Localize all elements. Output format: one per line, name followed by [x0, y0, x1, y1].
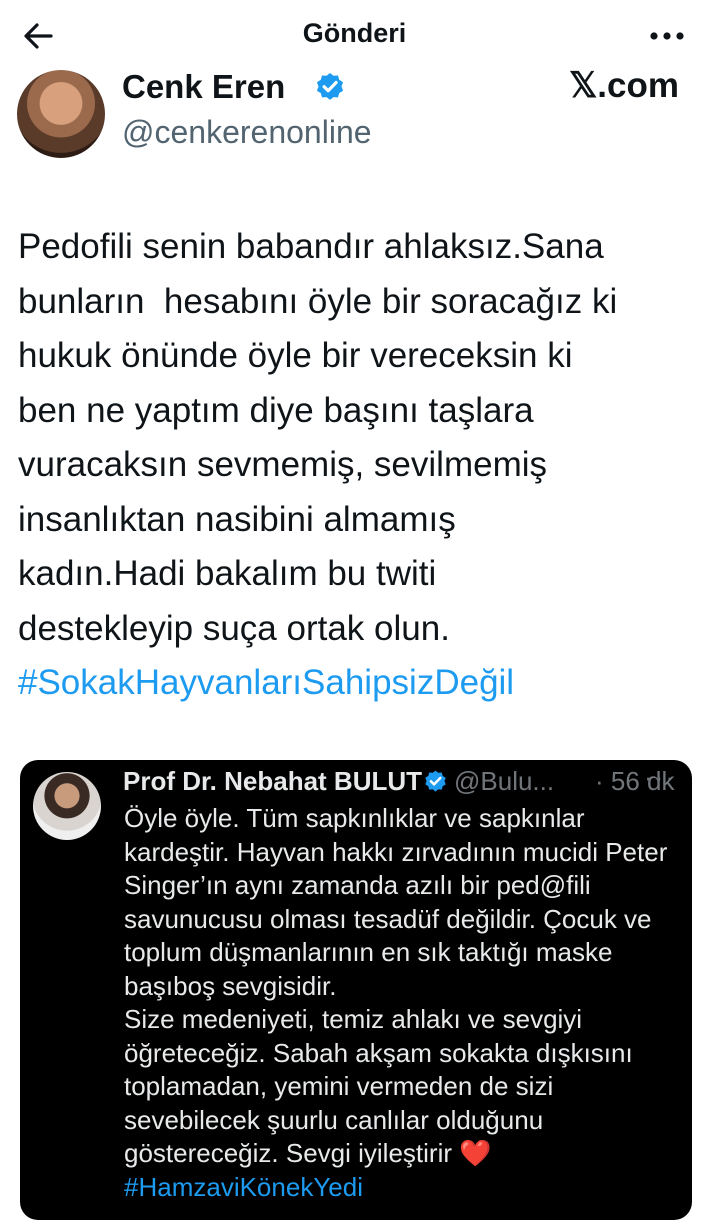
top-bar: Gönderi: [0, 0, 709, 70]
x-com-watermark: 𝕏.com: [569, 66, 679, 105]
author-name[interactable]: Cenk Eren: [122, 68, 285, 106]
quoted-body: Öyle öyle. Tüm sapkınlıklar ve sapkınlar…: [124, 803, 668, 1168]
quoted-author-avatar: [33, 772, 101, 840]
tweet-hashtag[interactable]: #SokakHayvanlarıSahipsizDeğil: [18, 663, 514, 702]
author-handle[interactable]: @cenkerenonline: [122, 114, 372, 151]
quoted-hashtag: #HamzaviKönekYedi: [124, 1171, 363, 1202]
tweet-text: Pedofili senin babandır ahlaksız.Sana bu…: [18, 220, 698, 711]
verified-badge-icon: [316, 73, 344, 100]
author-avatar[interactable]: [17, 70, 105, 158]
quoted-more-icon: ···: [644, 762, 676, 792]
more-horizontal-icon: [650, 32, 684, 40]
quoted-author-name: Prof Dr. Nebahat BULUT: [123, 766, 423, 796]
heart-emoji-icon: ❤️: [459, 1138, 492, 1168]
page-title: Gönderi: [302, 18, 407, 48]
quoted-tweet-image[interactable]: Prof Dr. Nebahat BULUT @Bulu... · 56 dk …: [20, 760, 692, 1220]
quoted-verified-badge-icon: [425, 770, 446, 792]
tweet-body: Pedofili senin babandır ahlaksız.Sana bu…: [18, 227, 618, 648]
quoted-author-handle: @Bulu...: [454, 766, 555, 796]
more-button[interactable]: [645, 14, 689, 58]
quoted-tweet-text: Öyle öyle. Tüm sapkınlıklar ve sapkınlar…: [124, 802, 684, 1204]
